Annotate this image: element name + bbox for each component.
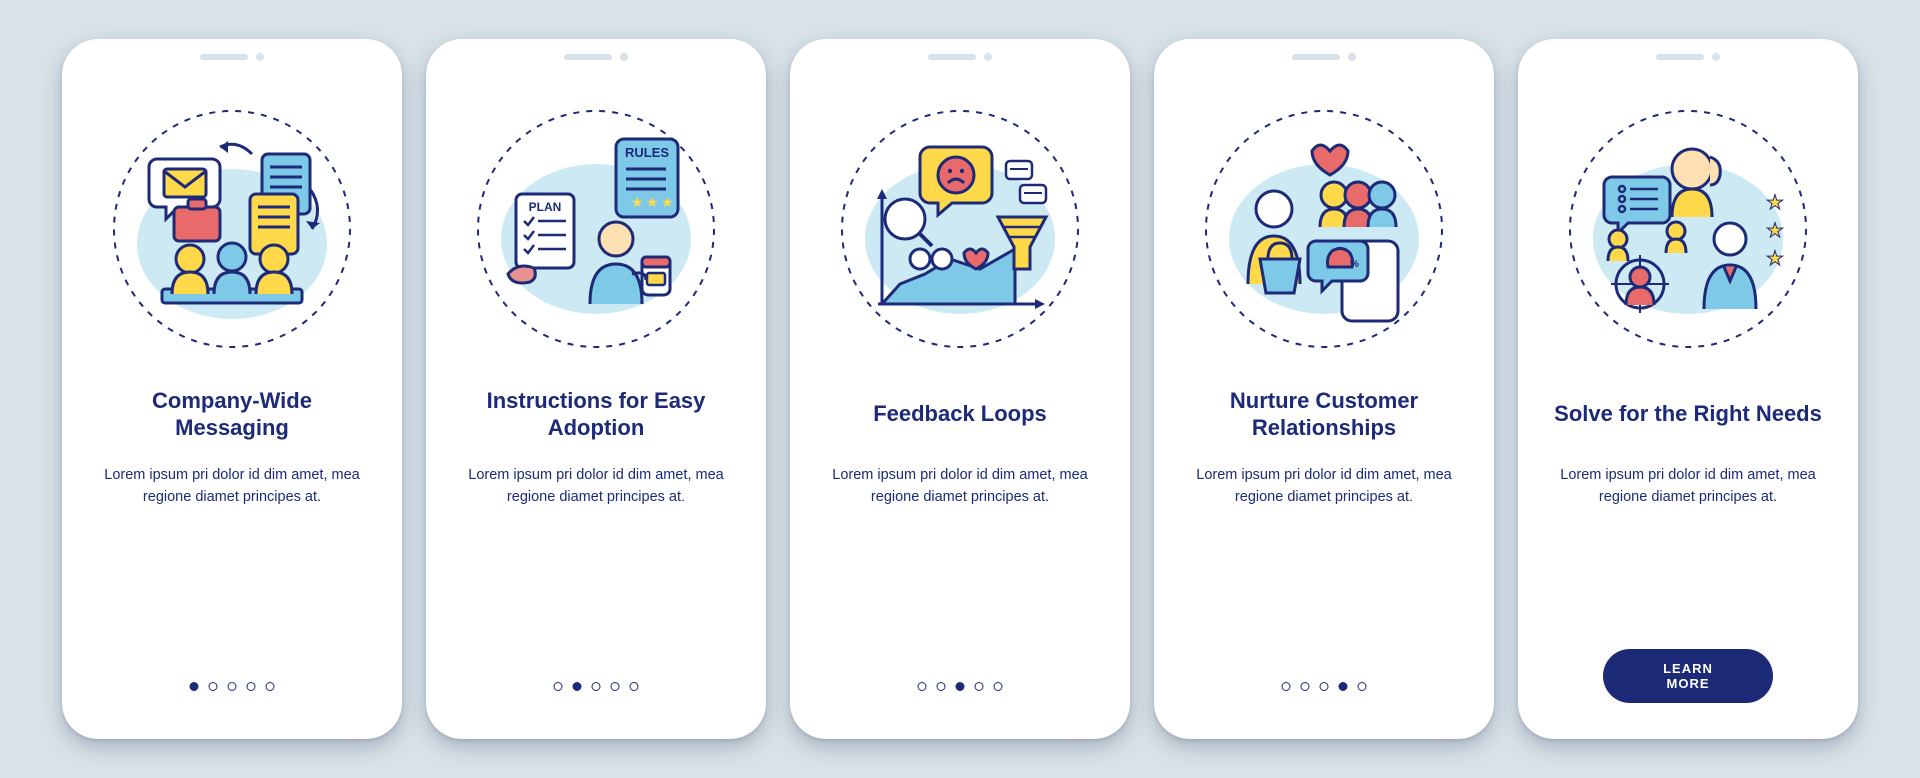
svg-text:★: ★ (646, 194, 659, 210)
dot-1[interactable] (1282, 682, 1291, 691)
learn-more-button[interactable]: LEARN MORE (1603, 649, 1773, 703)
screen-title: Feedback Loops (867, 385, 1053, 443)
dot-2[interactable] (573, 682, 582, 691)
phone-notch (1292, 53, 1356, 61)
dot-3[interactable] (592, 682, 601, 691)
svg-text:★: ★ (1766, 248, 1784, 270)
dot-5[interactable] (1358, 682, 1367, 691)
svg-text:★: ★ (1766, 220, 1784, 242)
screen-body: Lorem ipsum pri dolor id dim amet, mea r… (1546, 465, 1830, 509)
dot-5[interactable] (994, 682, 1003, 691)
svg-text:RULES: RULES (625, 145, 669, 160)
screen-body: Lorem ipsum pri dolor id dim amet, mea r… (1182, 465, 1466, 509)
onboarding-screen-1: Company-Wide Messaging Lorem ipsum pri d… (62, 39, 402, 739)
phone-notch (928, 53, 992, 61)
screen-title: Instructions for Easy Adoption (454, 385, 738, 443)
svg-text:PLAN: PLAN (529, 200, 562, 214)
svg-text:★: ★ (631, 194, 644, 210)
page-indicator[interactable] (190, 682, 275, 691)
dot-4[interactable] (247, 682, 256, 691)
phone-notch (1656, 53, 1720, 61)
dot-5[interactable] (266, 682, 275, 691)
feedback-loops-illustration (830, 99, 1090, 359)
svg-text:★: ★ (1766, 192, 1784, 214)
dot-3[interactable] (1320, 682, 1329, 691)
screen-title: Solve for the Right Needs (1548, 385, 1828, 443)
dot-4[interactable] (975, 682, 984, 691)
company-messaging-illustration (102, 99, 362, 359)
page-indicator[interactable] (554, 682, 639, 691)
screen-body: Lorem ipsum pri dolor id dim amet, mea r… (90, 465, 374, 509)
dot-2[interactable] (937, 682, 946, 691)
dot-3[interactable] (228, 682, 237, 691)
phone-notch (200, 53, 264, 61)
dot-4[interactable] (611, 682, 620, 691)
page-indicator[interactable] (1282, 682, 1367, 691)
svg-text:%: % (1350, 259, 1359, 270)
dot-1[interactable] (190, 682, 199, 691)
dot-1[interactable] (918, 682, 927, 691)
onboarding-screen-3: Feedback Loops Lorem ipsum pri dolor id … (790, 39, 1130, 739)
dot-5[interactable] (630, 682, 639, 691)
screen-title: Nurture Customer Relationships (1182, 385, 1466, 443)
dot-1[interactable] (554, 682, 563, 691)
dot-2[interactable] (209, 682, 218, 691)
onboarding-screen-4: % Nurture Customer Relationships Lorem i… (1154, 39, 1494, 739)
dot-3[interactable] (956, 682, 965, 691)
phone-notch (564, 53, 628, 61)
dot-2[interactable] (1301, 682, 1310, 691)
screen-title: Company-Wide Messaging (90, 385, 374, 443)
right-needs-illustration: ★ ★ ★ (1558, 99, 1818, 359)
nurture-relationships-illustration: % (1194, 99, 1454, 359)
onboarding-screen-2: RULES ★ ★ ★ PLAN Instructions for (426, 39, 766, 739)
onboarding-screen-5: ★ ★ ★ Solve for the Right Needs Lorem ip… (1518, 39, 1858, 739)
svg-text:★: ★ (661, 194, 674, 210)
screen-body: Lorem ipsum pri dolor id dim amet, mea r… (454, 465, 738, 509)
page-indicator[interactable] (918, 682, 1003, 691)
instructions-illustration: RULES ★ ★ ★ PLAN (466, 99, 726, 359)
screen-body: Lorem ipsum pri dolor id dim amet, mea r… (818, 465, 1102, 509)
dot-4[interactable] (1339, 682, 1348, 691)
